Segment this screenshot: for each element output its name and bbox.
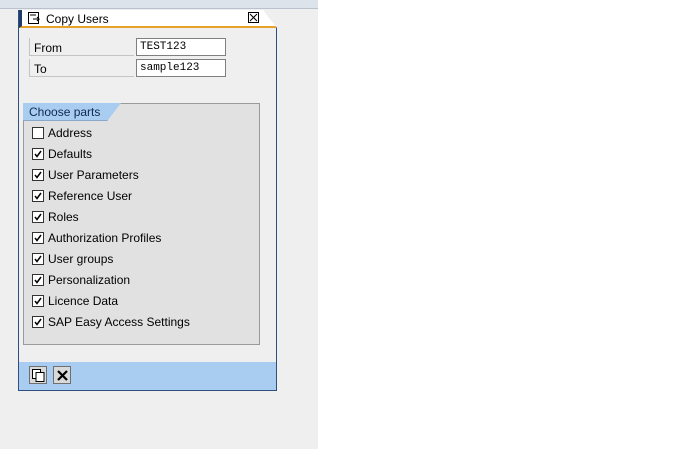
- checkbox[interactable]: [32, 295, 44, 307]
- checkbox[interactable]: [32, 148, 44, 160]
- checkbox-label: Personalization: [48, 273, 131, 287]
- checkbox-label: Reference User: [48, 189, 133, 203]
- copy-button[interactable]: [29, 366, 47, 384]
- check-icon: [34, 213, 42, 221]
- cancel-icon: [57, 370, 68, 381]
- checkbox-row-defaults[interactable]: Defaults: [32, 146, 252, 162]
- checkbox-row-authorization-profiles[interactable]: Authorization Profiles: [32, 230, 252, 246]
- title-tail-decoration: [263, 10, 277, 28]
- checkbox[interactable]: [32, 169, 44, 181]
- checkbox[interactable]: [32, 274, 44, 286]
- checkbox-row-reference-user[interactable]: Reference User: [32, 188, 252, 204]
- checkbox-label: SAP Easy Access Settings: [48, 315, 190, 329]
- dialog-title-bar[interactable]: Copy Users: [19, 10, 277, 28]
- check-icon: [34, 276, 42, 284]
- checkbox[interactable]: [32, 253, 44, 265]
- checkbox-label: Licence Data: [48, 294, 119, 308]
- checkbox-label: Roles: [48, 210, 79, 224]
- check-icon: [34, 150, 42, 158]
- copy-icon: [32, 369, 45, 382]
- checkbox[interactable]: [32, 211, 44, 223]
- checkbox[interactable]: [32, 232, 44, 244]
- checkbox-label: Address: [48, 126, 93, 140]
- checkbox-row-sap-easy-access-settings[interactable]: SAP Easy Access Settings: [32, 314, 252, 330]
- to-row: To: [29, 59, 259, 79]
- checkbox-row-user-groups[interactable]: User groups: [32, 251, 252, 267]
- check-icon: [34, 192, 42, 200]
- copy-window-icon: [28, 12, 41, 25]
- checkbox-label: Authorization Profiles: [48, 231, 162, 245]
- check-icon: [34, 171, 42, 179]
- checkbox-row-roles[interactable]: Roles: [32, 209, 252, 225]
- checkbox-row-personalization[interactable]: Personalization: [32, 272, 252, 288]
- top-strip: [0, 0, 318, 9]
- checkbox-label: User Parameters: [48, 168, 139, 182]
- group-tab: Choose parts: [23, 103, 121, 121]
- to-field[interactable]: [136, 59, 226, 77]
- check-icon: [34, 297, 42, 305]
- group-title: Choose parts: [29, 105, 101, 119]
- checkbox[interactable]: [32, 316, 44, 328]
- checkbox-row-user-parameters[interactable]: User Parameters: [32, 167, 252, 183]
- from-field[interactable]: [136, 38, 226, 56]
- checkbox-row-licence-data[interactable]: Licence Data: [32, 293, 252, 309]
- choose-parts-group: Choose parts Address Defaults User Paramet…: [23, 103, 260, 345]
- from-row: From: [29, 38, 259, 58]
- checkbox[interactable]: [32, 127, 44, 139]
- check-icon: [34, 234, 42, 242]
- check-icon: [34, 318, 42, 326]
- cancel-button[interactable]: [53, 366, 71, 384]
- to-label: To: [29, 59, 134, 77]
- dialog-title: Copy Users: [46, 12, 109, 26]
- checkbox-label: User groups: [48, 252, 114, 266]
- from-label: From: [29, 38, 134, 56]
- dialog-footer: [19, 362, 276, 390]
- checkbox-row-address[interactable]: Address: [32, 125, 252, 141]
- checkbox-label: Defaults: [48, 147, 93, 161]
- close-icon[interactable]: [248, 12, 259, 23]
- copy-users-dialog: Copy Users From To Choose parts Address D…: [18, 10, 277, 391]
- checkbox[interactable]: [32, 190, 44, 202]
- check-icon: [34, 255, 42, 263]
